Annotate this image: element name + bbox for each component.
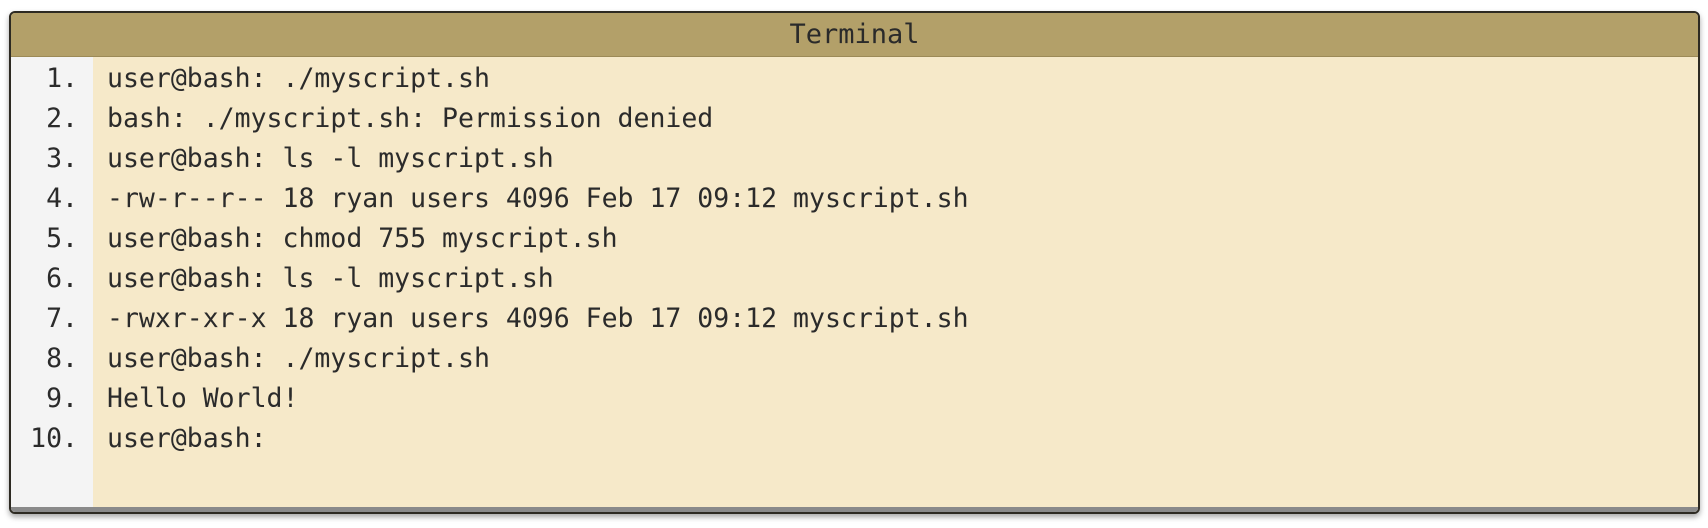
line-number: 5. — [46, 223, 78, 254]
terminal-output[interactable]: user@bash: ./myscript.sh bash: ./myscrip… — [93, 57, 1698, 512]
line-number: 4. — [46, 183, 78, 214]
line-number: 6. — [46, 263, 78, 294]
window-bottom-border — [11, 507, 1698, 512]
terminal-line: bash: ./myscript.sh: Permission denied — [107, 103, 714, 134]
terminal-line: -rw-r--r-- 18 ryan users 4096 Feb 17 09:… — [107, 183, 969, 214]
line-number: 1. — [46, 63, 78, 94]
line-number: 8. — [46, 343, 78, 374]
terminal-prompt-line[interactable]: user@bash: — [107, 419, 1698, 459]
terminal-line: user@bash: ./myscript.sh — [107, 343, 490, 374]
terminal-line: user@bash: ./myscript.sh — [107, 63, 490, 94]
line-number-gutter: 1. 2. 3. 4. 5. 6. 7. 8. 9. 10. — [11, 57, 93, 512]
window-title: Terminal — [11, 13, 1698, 57]
line-number: 3. — [46, 143, 78, 174]
terminal-line: user@bash: chmod 755 myscript.sh — [107, 223, 618, 254]
line-number: 9. — [46, 383, 78, 414]
terminal-line: user@bash: ls -l myscript.sh — [107, 263, 554, 294]
line-number: 2. — [46, 103, 78, 134]
terminal-body[interactable]: 1. 2. 3. 4. 5. 6. 7. 8. 9. 10. user@bash… — [11, 57, 1698, 512]
line-number: 10. — [30, 423, 78, 454]
terminal-line: Hello World! — [107, 383, 299, 414]
terminal-line: -rwxr-xr-x 18 ryan users 4096 Feb 17 09:… — [107, 303, 969, 334]
line-number: 7. — [46, 303, 78, 334]
terminal-window: Terminal 1. 2. 3. 4. 5. 6. 7. 8. 9. 10. … — [9, 11, 1700, 514]
terminal-line: user@bash: ls -l myscript.sh — [107, 143, 554, 174]
